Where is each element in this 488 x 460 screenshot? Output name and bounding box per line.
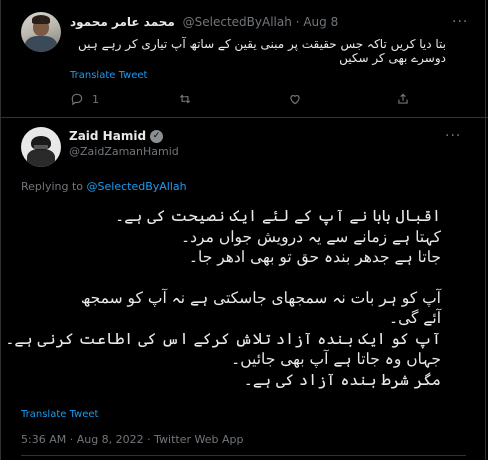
avatar-glasses [34, 145, 48, 149]
display-name[interactable]: Zaid Hamid ✓ [69, 129, 164, 143]
display-name[interactable]: محمد عامر محمود [70, 15, 175, 29]
translate-tweet-link[interactable]: Translate Tweet [70, 70, 147, 81]
avatar-body [27, 149, 55, 167]
handle[interactable]: @SelectedByAllah [183, 15, 292, 29]
tweet-timestamp[interactable]: 5:36 AM · Aug 8, 2022 · Twitter Web App [21, 433, 244, 446]
display-name-text[interactable]: Zaid Hamid [69, 129, 146, 143]
reply-count: 1 [92, 92, 99, 106]
avatar[interactable] [21, 127, 61, 167]
text-line: جاتا ہے جدھر بندہ حق تو بھی ادھر جا۔ [188, 248, 441, 266]
divider [21, 455, 466, 456]
text-line: آپ کو ایک بندہ آزاد تلاش کرکے اس کی اطاع… [5, 329, 441, 348]
like-button[interactable] [288, 92, 302, 106]
translate-tweet-link[interactable]: Translate Tweet [21, 409, 98, 420]
avatar[interactable] [21, 12, 61, 52]
reply-button[interactable]: 1 [70, 92, 99, 106]
text-line: کہتا ہے زمانے سے یہ درویش جواں مرد۔ [181, 227, 441, 246]
replying-to-handle[interactable]: @SelectedByAllah [87, 180, 187, 193]
replying-to: Replying to @SelectedByAllah [21, 180, 187, 193]
tweet-date[interactable]: Aug 8 [303, 15, 338, 29]
text-line: جہاں وہ جاتا ہے آپ بھی جائیں۔ [231, 350, 441, 368]
text-line: مگر شرط بندہ آزاد کی ہے۔ [243, 370, 441, 389]
verified-badge-icon: ✓ [150, 129, 164, 143]
like-icon [290, 95, 300, 105]
separator: · [295, 15, 300, 29]
retweet-button[interactable] [178, 92, 192, 106]
avatar-body [25, 36, 57, 52]
share-icon [398, 93, 408, 104]
text-line: آپ کو ہر بات نہ سمجھای جاسکتی ہے نہ آپ ک… [80, 288, 441, 307]
text-line: آئے گی۔ [388, 309, 441, 327]
more-icon[interactable]: ··· [445, 128, 461, 144]
reply-icon [71, 93, 83, 106]
reply-tweet[interactable]: محمد عامر محمود @SelectedByAllah · Aug 8… [0, 0, 488, 118]
text-line: اقبال بابا نے آپ کے لئے ایک نصیحت کی ہے۔ [115, 207, 441, 225]
more-icon[interactable]: ··· [452, 14, 468, 30]
tweet-text: اقبال بابا نے آپ کے لئے ایک نصیحت کی ہے۔… [5, 206, 441, 390]
share-button[interactable] [396, 92, 410, 106]
avatar-hair [32, 15, 50, 24]
replying-to-label: Replying to [21, 180, 84, 193]
tweet-text: بتا دیا کریں تاکہ جس حقیقت پر مبنی یقین … [78, 37, 446, 65]
tweet-header: محمد عامر محمود @SelectedByAllah · Aug 8 [70, 15, 338, 29]
handle[interactable]: @ZaidZamanHamid [69, 145, 179, 158]
retweet-icon [179, 94, 191, 104]
